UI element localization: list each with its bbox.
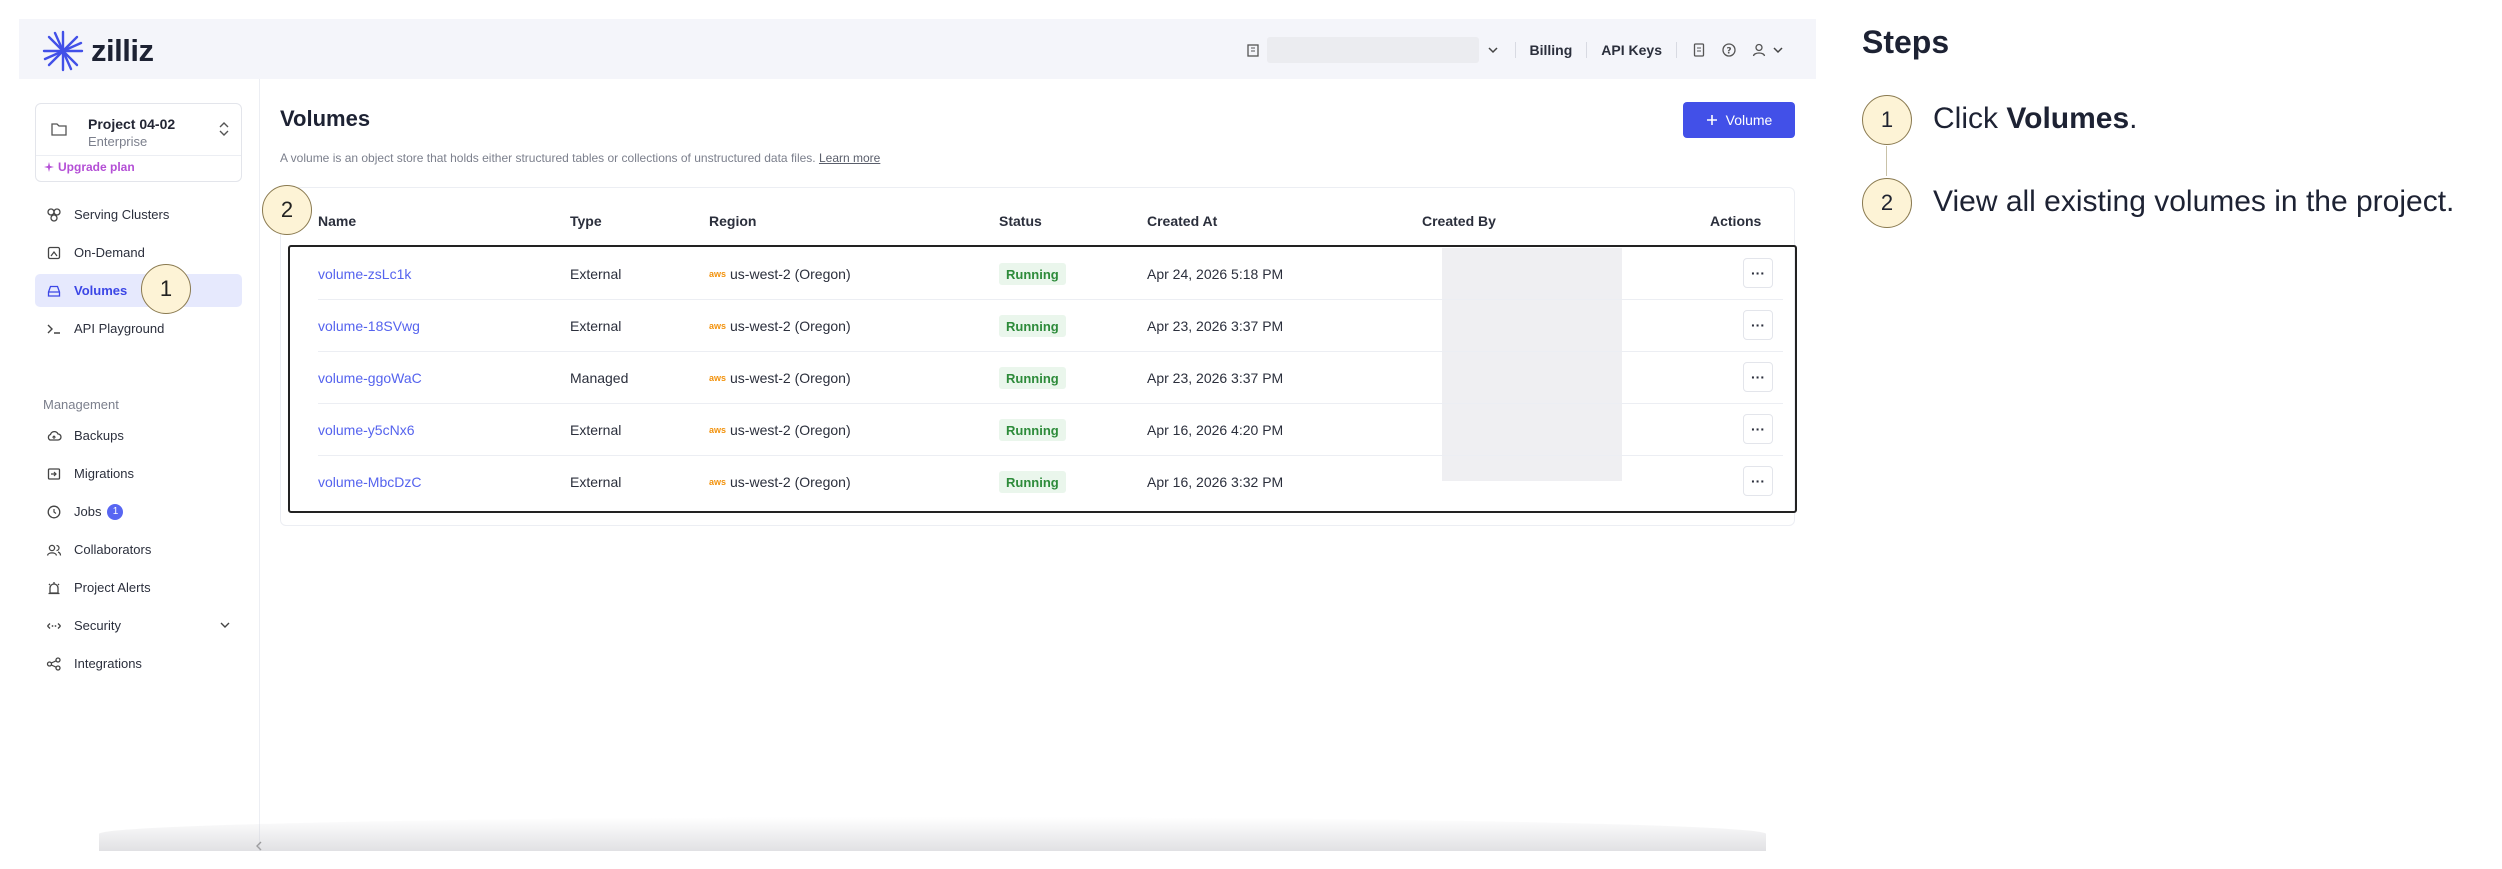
sidebar-item-volumes[interactable]: Volumes [35, 274, 242, 307]
step-text-prefix: Click [1933, 102, 2007, 135]
sidebar-item-label: Integrations [74, 656, 142, 671]
sidebar-item-security[interactable]: Security [35, 609, 242, 642]
rows-highlight-box [288, 245, 1797, 513]
add-volume-label: Volume [1725, 112, 1773, 128]
column-header-status[interactable]: Status [999, 213, 1042, 229]
upgrade-plan-label: Upgrade plan [58, 160, 135, 174]
integrations-icon [46, 656, 61, 671]
page-title: Volumes [280, 106, 371, 131]
organization-selector[interactable] [1245, 37, 1501, 63]
sidebar-item-label: Project Alerts [74, 580, 151, 595]
help-icon[interactable]: ? [1721, 42, 1737, 58]
cloud-backup-icon [47, 430, 62, 441]
sidebar: Project 04-02 Enterprise Upgrade plan Se… [19, 79, 262, 851]
on-demand-icon [47, 246, 61, 259]
chevron-down-icon [220, 622, 230, 628]
step-text-2: View all existing volumes in the project… [1933, 185, 2454, 219]
main-content: Volumes A volume is an object store that… [260, 79, 1816, 851]
chevron-up-down-icon [219, 122, 229, 136]
upgrade-plan-link[interactable]: Upgrade plan [44, 160, 135, 174]
user-icon [1752, 43, 1766, 57]
add-volume-button[interactable]: Volume [1683, 102, 1795, 138]
security-icon [47, 622, 61, 629]
top-right-controls: Billing API Keys ? [1245, 37, 1786, 63]
divider [1676, 42, 1677, 58]
column-header-type[interactable]: Type [570, 213, 602, 229]
project-tier: Enterprise [88, 134, 148, 149]
plus-icon [1706, 115, 1717, 125]
docs-icon[interactable] [1691, 42, 1707, 58]
step-text-suffix: . [2129, 102, 2138, 135]
api-keys-link[interactable]: API Keys [1601, 42, 1662, 58]
sidebar-item-migrations[interactable]: Migrations [35, 457, 242, 490]
sparkle-icon [44, 162, 54, 172]
sidebar-item-project-alerts[interactable]: Project Alerts [35, 571, 242, 604]
zilliz-logo-icon [42, 30, 84, 72]
step-marker-2: 2 [262, 185, 312, 235]
project-name: Project 04-02 [88, 116, 176, 132]
sidebar-item-label: API Playground [74, 321, 165, 336]
step-text-1: Click Volumes. [1933, 102, 2138, 136]
divider [1514, 42, 1516, 58]
divider [1586, 42, 1588, 58]
sidebar-item-backups[interactable]: Backups [35, 419, 242, 452]
step-number-2: 2 [1862, 178, 1912, 228]
divider [36, 155, 241, 156]
sidebar-item-label: Migrations [74, 466, 134, 481]
page-description: A volume is an object store that holds e… [280, 151, 880, 165]
column-header-actions: Actions [1710, 213, 1762, 229]
step-marker-1: 1 [141, 264, 191, 314]
volume-icon [47, 285, 61, 297]
step-connector [1886, 146, 1887, 176]
chevron-down-icon [1487, 47, 1498, 54]
step-number-1: 1 [1862, 95, 1912, 145]
sidebar-item-label: Collaborators [74, 542, 152, 557]
learn-more-link[interactable]: Learn more [819, 151, 880, 165]
cluster-icon [47, 207, 61, 222]
users-icon [46, 544, 62, 556]
jobs-count-badge: 1 [107, 503, 124, 520]
sidebar-item-api-playground[interactable]: API Playground [35, 312, 242, 345]
user-menu[interactable] [1751, 42, 1786, 58]
app-screenshot: zilliz Billing API Keys ? Project 04-02 … [19, 19, 1816, 851]
sidebar-item-label: Backups [74, 428, 124, 443]
sidebar-item-label: Serving Clusters [74, 207, 170, 222]
column-header-name[interactable]: Name [318, 213, 356, 229]
sidebar-item-label: On-Demand [74, 245, 145, 260]
building-icon [1246, 44, 1259, 57]
sidebar-item-label: Security [74, 618, 121, 633]
step-text-prefix: View all existing volumes in the project… [1933, 185, 2455, 218]
brand-name: zilliz [91, 33, 154, 68]
folder-icon [51, 123, 67, 136]
bottom-shadow [99, 817, 1766, 851]
column-header-created-at[interactable]: Created At [1147, 213, 1217, 229]
sidebar-item-label: Jobs [74, 504, 102, 519]
migration-icon [47, 467, 61, 480]
column-header-created-by[interactable]: Created By [1422, 213, 1496, 229]
management-heading: Management [43, 397, 119, 412]
sidebar-item-integrations[interactable]: Integrations [35, 647, 242, 680]
column-header-region[interactable]: Region [709, 213, 756, 229]
sidebar-item-collaborators[interactable]: Collaborators [35, 533, 242, 566]
terminal-icon [47, 324, 60, 334]
alarm-icon [48, 581, 60, 594]
billing-link[interactable]: Billing [1530, 42, 1573, 58]
svg-text:?: ? [1726, 47, 1731, 57]
sidebar-item-jobs[interactable]: Jobs 1 [35, 495, 242, 528]
organization-name-redacted [1266, 37, 1479, 63]
sidebar-item-serving-clusters[interactable]: Serving Clusters [35, 198, 242, 231]
zilliz-logo[interactable]: zilliz [41, 29, 154, 73]
top-bar: zilliz Billing API Keys ? [19, 19, 1816, 79]
clock-icon [47, 505, 61, 518]
chevron-down-icon [1773, 47, 1783, 54]
description-text: A volume is an object store that holds e… [280, 151, 816, 165]
steps-heading: Steps [1862, 24, 1950, 60]
volumes-table: Name Type Region Status Created At Creat… [280, 187, 1797, 526]
sidebar-item-label: Volumes [74, 283, 128, 298]
sidebar-item-on-demand[interactable]: On-Demand [35, 236, 242, 269]
project-selector[interactable]: Project 04-02 Enterprise Upgrade plan [35, 103, 242, 182]
step-text-bold: Volumes [2006, 102, 2130, 135]
